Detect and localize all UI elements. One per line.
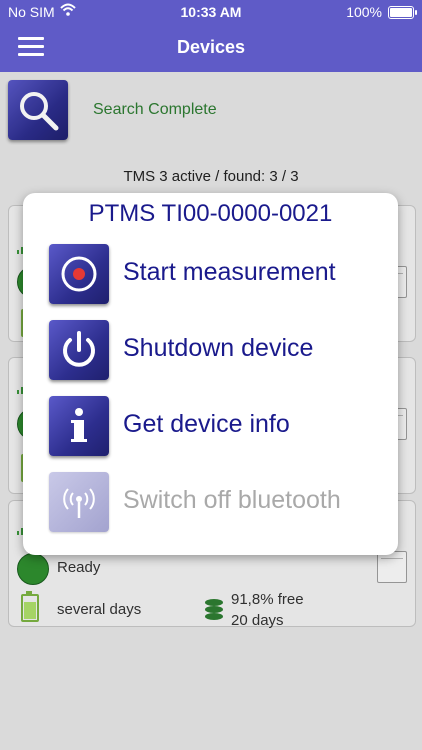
info-icon [49,396,109,456]
battery-percent: 100% [346,4,382,20]
battery-icon [388,6,417,19]
dialog-title: PTMS TI00-0000-0021 [88,200,333,227]
action-label: Start measurement [123,258,336,286]
switch-off-bluetooth-button[interactable]: Switch off bluetooth [49,472,389,532]
shutdown-device-button[interactable]: Shutdown device [49,320,389,380]
start-measurement-button[interactable]: Start measurement [49,244,389,304]
action-label: Switch off bluetooth [123,486,341,514]
get-device-info-button[interactable]: Get device info [49,396,389,456]
action-label: Shutdown device [123,334,314,362]
page-title: Devices [176,37,246,57]
bluetooth-antenna-icon [49,472,109,532]
navigation-bar: Devices [0,24,422,72]
status-bar: No SIM 10:33 AM 100% [0,0,422,24]
power-icon [49,320,109,380]
record-icon [49,244,109,304]
device-action-dialog: PTMS TI00-0000-0021 Start measurement Sh… [23,193,398,555]
action-label: Get device info [123,410,290,438]
